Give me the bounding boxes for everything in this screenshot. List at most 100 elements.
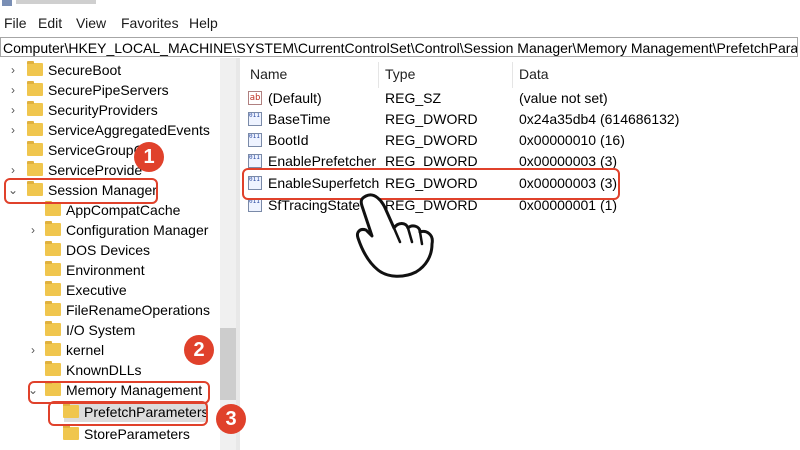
tree-item-storeparameters[interactable]: StoreParameters	[0, 424, 220, 444]
value-data: 0x00000010 (16)	[519, 132, 625, 148]
value-type: REG_DWORD	[385, 132, 478, 148]
menu-file[interactable]: File	[4, 15, 27, 31]
tree-item-label: DOS Devices	[66, 242, 151, 258]
expand-chevron-icon[interactable]	[28, 360, 38, 380]
folder-icon	[45, 201, 61, 216]
tree-item-label: kernel	[66, 342, 105, 358]
expand-chevron-icon[interactable]: ›	[8, 60, 18, 80]
value-data: 0x24a35db4 (614686132)	[519, 111, 680, 127]
column-separator[interactable]	[512, 62, 513, 88]
tree-item-label: StoreParameters	[84, 426, 190, 442]
expand-chevron-icon[interactable]	[46, 424, 56, 444]
expand-chevron-icon[interactable]: ›	[8, 120, 18, 140]
expand-chevron-icon[interactable]	[28, 240, 38, 260]
column-header-type[interactable]: Type	[385, 66, 415, 82]
window-title	[16, 0, 96, 4]
menu-edit[interactable]: Edit	[38, 15, 62, 31]
tree-item-label: ServiceAggregatedEvents	[48, 122, 210, 138]
value-data: (value not set)	[519, 90, 608, 106]
folder-icon	[45, 261, 61, 276]
value-name: (Default)	[268, 90, 322, 106]
folder-icon	[45, 321, 61, 336]
tree-item-label: ServiceProvide	[48, 162, 143, 178]
menu-view[interactable]: View	[76, 15, 106, 31]
expand-chevron-icon[interactable]: ›	[8, 80, 18, 100]
tree-item-label: SecureBoot	[48, 62, 122, 78]
menu-favorites[interactable]: Favorites	[121, 15, 179, 31]
folder-icon	[27, 121, 43, 136]
folder-icon	[45, 341, 61, 356]
tree-scrollbar-thumb[interactable]	[220, 328, 236, 400]
pointing-hand-icon	[356, 193, 434, 278]
menu-bar: File Edit View Favorites Help	[0, 9, 800, 37]
tree-item-secureboot[interactable]: › SecureBoot	[0, 60, 220, 80]
tree-item-securityproviders[interactable]: › SecurityProviders	[0, 100, 220, 120]
folder-icon	[27, 101, 43, 116]
tree-item-filerenameoperations[interactable]: FileRenameOperations	[0, 300, 220, 320]
step-badge-1: 1	[134, 142, 164, 172]
expand-chevron-icon[interactable]: ›	[8, 100, 18, 120]
tree-item-label: Configuration Manager	[66, 222, 209, 238]
string-value-icon: ab	[248, 91, 262, 105]
column-separator[interactable]	[378, 62, 379, 88]
value-row-bootid[interactable]: 011 110 BootId REG_DWORD 0x00000010 (16)	[248, 130, 800, 150]
tree-item-servicegroup[interactable]: ServiceGroupO	[0, 140, 220, 160]
folder-icon	[27, 81, 43, 96]
dword-value-icon: 011 110	[248, 133, 262, 147]
tree-item-environment[interactable]: Environment	[0, 260, 220, 280]
value-row-default[interactable]: ab (Default) REG_SZ (value not set)	[248, 88, 800, 108]
title-bar	[0, 0, 800, 8]
highlight-prefetchparameters	[48, 401, 208, 426]
app-icon	[2, 0, 12, 6]
tree-item-label: Environment	[66, 262, 145, 278]
tree-item-serviceprovider[interactable]: › ServiceProvide	[0, 160, 220, 180]
folder-icon	[27, 161, 43, 176]
folder-icon	[45, 361, 61, 376]
values-list[interactable]: Name Type Data ab (Default) REG_SZ (valu…	[240, 58, 800, 450]
tree-item-label: ServiceGroupO	[48, 142, 145, 158]
column-header-name[interactable]: Name	[250, 66, 287, 82]
value-type: REG_DWORD	[385, 111, 478, 127]
folder-icon	[45, 281, 61, 296]
folder-icon	[27, 141, 43, 156]
tree-item-label: FileRenameOperations	[66, 302, 210, 318]
column-header-data[interactable]: Data	[519, 66, 549, 82]
expand-chevron-icon[interactable]	[28, 320, 38, 340]
expand-chevron-icon[interactable]: ›	[8, 160, 18, 180]
expand-chevron-icon[interactable]	[8, 140, 18, 160]
tree-item-executive[interactable]: Executive	[0, 280, 220, 300]
expand-chevron-icon[interactable]	[28, 280, 38, 300]
step-badge-3: 3	[216, 404, 246, 434]
folder-icon	[45, 301, 61, 316]
tree-item-label: SecurePipeServers	[48, 82, 169, 98]
tree-item-label: KnownDLLs	[66, 362, 142, 378]
tree-item-dos-devices[interactable]: DOS Devices	[0, 240, 220, 260]
value-row-basetime[interactable]: 011 110 BaseTime REG_DWORD 0x24a35db4 (6…	[248, 109, 800, 129]
tree-item-configuration-manager[interactable]: › Configuration Manager	[0, 220, 220, 240]
folder-icon	[45, 241, 61, 256]
expand-chevron-icon[interactable]	[28, 300, 38, 320]
tree-item-knowndlls[interactable]: KnownDLLs	[0, 360, 220, 380]
folder-icon	[63, 425, 79, 440]
folder-icon	[45, 221, 61, 236]
dword-value-icon: 011 110	[248, 154, 262, 168]
tree-item-label: Executive	[66, 282, 127, 298]
value-name: BootId	[268, 132, 309, 148]
value-name: BaseTime	[268, 111, 331, 127]
dword-value-icon: 011 110	[248, 112, 262, 126]
tree-item-securepipeservers[interactable]: › SecurePipeServers	[0, 80, 220, 100]
expand-chevron-icon[interactable]: ›	[28, 340, 38, 360]
address-bar[interactable]: Computer\HKEY_LOCAL_MACHINE\SYSTEM\Curre…	[0, 37, 798, 57]
step-badge-2: 2	[184, 335, 214, 365]
tree-item-label: SecurityProviders	[48, 102, 158, 118]
dword-value-icon: 011 110	[248, 198, 262, 212]
expand-chevron-icon[interactable]: ›	[28, 220, 38, 240]
expand-chevron-icon[interactable]	[28, 260, 38, 280]
tree-item-io-system[interactable]: I/O System	[0, 320, 220, 340]
tree-item-serviceaggregatedevents[interactable]: › ServiceAggregatedEvents	[0, 120, 220, 140]
highlight-session-manager	[4, 178, 158, 204]
folder-icon	[27, 61, 43, 76]
menu-help[interactable]: Help	[189, 15, 218, 31]
tree-item-label: I/O System	[66, 322, 136, 338]
value-type: REG_SZ	[385, 90, 442, 106]
